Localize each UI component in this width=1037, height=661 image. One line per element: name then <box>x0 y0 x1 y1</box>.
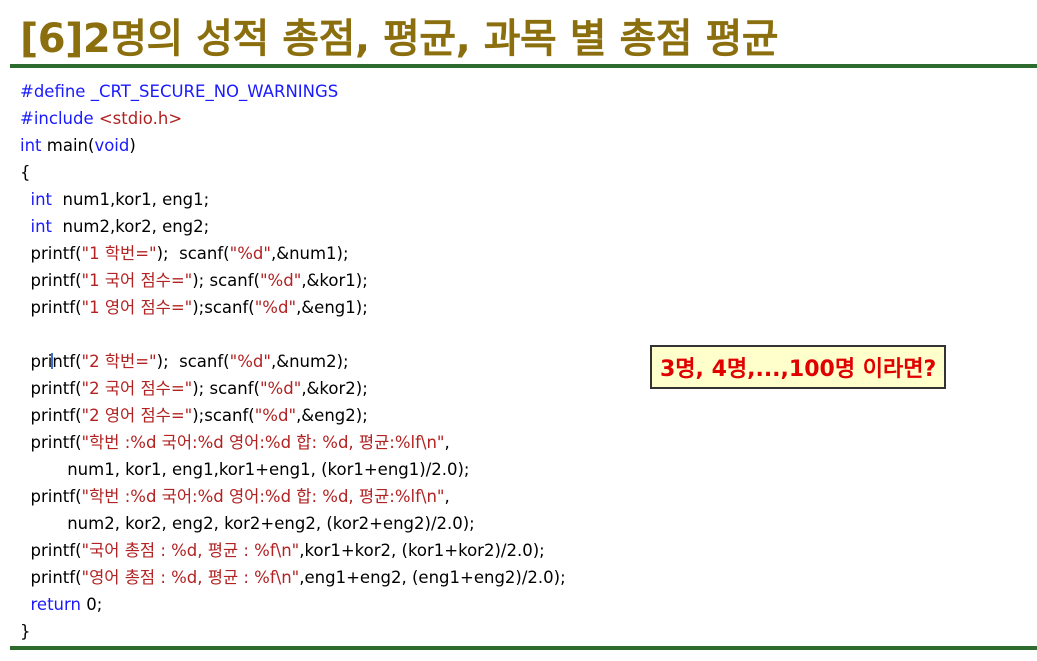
code-line-13: printf("2 영어 점수=");scanf("%d",&eng2); <box>20 402 566 429</box>
code-line-12: printf("2 국어 점수="); scanf("%d",&kor2); <box>20 375 566 402</box>
code-text: ) <box>129 136 136 155</box>
string-literal: "학번 :%d 국어:%d 영어:%d 합: %d, 평균:%lf\n" <box>81 487 445 506</box>
code-line-14: printf("학번 :%d 국어:%d 영어:%d 합: %d, 평균:%lf… <box>20 429 566 456</box>
code-text: ); scanf( <box>192 271 260 290</box>
code-text: ,eng1+eng2, (eng1+eng2)/2.0); <box>299 568 566 587</box>
keyword-void: void <box>94 136 130 155</box>
code-line-17: num2, kor2, eng2, kor2+eng2, (kor2+eng2)… <box>20 514 475 533</box>
code-text: main( <box>41 136 95 155</box>
question-callout: 3명, 4명,...,100명 이라면? <box>650 345 947 389</box>
string-literal: "%d" <box>254 406 297 425</box>
code-line-6: int num2,kor2, eng2; <box>20 213 566 240</box>
code-text: printf( <box>20 298 82 317</box>
code-text: 0; <box>80 595 103 614</box>
string-literal: "%d" <box>259 379 302 398</box>
string-literal: "학번 :%d 국어:%d 영어:%d 합: %d, 평균:%lf\n" <box>81 433 445 452</box>
code-line-15: num1, kor1, eng1,kor1+eng1, (kor1+eng1)/… <box>20 460 470 479</box>
top-divider <box>10 64 1037 68</box>
code-text: printf( <box>20 271 82 290</box>
string-literal: "%d" <box>229 244 271 263</box>
code-line-21: } <box>20 622 31 641</box>
preprocessor-define: #define _CRT_SECURE_NO_WARNINGS <box>20 82 339 101</box>
page-title: [6]2명의 성적 총점, 평균, 과목 별 총점 평균 <box>20 16 779 62</box>
code-line-16: printf("학번 :%d 국어:%d 영어:%d 합: %d, 평균:%lf… <box>20 483 566 510</box>
bottom-divider <box>10 646 1037 650</box>
string-literal: "1 영어 점수=" <box>81 298 193 317</box>
string-literal: "2 영어 점수=" <box>81 406 193 425</box>
code-line-11: printf("2 학번="); scanf("%d",&num2); <box>20 348 566 375</box>
code-line-7: printf("1 학번="); scanf("%d",&num1); <box>20 240 566 267</box>
code-text: printf( <box>20 541 82 560</box>
code-text: pri <box>20 352 53 371</box>
string-literal: "%d" <box>259 271 302 290</box>
code-block: #define _CRT_SECURE_NO_WARNINGS #include… <box>20 78 566 645</box>
code-text: ,&eng2); <box>296 406 368 425</box>
preprocessor-include: #include <box>20 109 99 128</box>
code-text: , <box>444 433 450 452</box>
keyword-int: int <box>30 217 53 236</box>
string-literal: "2 국어 점수=" <box>81 379 193 398</box>
code-text: ,&num1); <box>270 244 349 263</box>
code-text: );scanf( <box>192 406 255 425</box>
code-text: );scanf( <box>192 298 255 317</box>
code-text: ); scanf( <box>156 244 230 263</box>
code-line-1: #define _CRT_SECURE_NO_WARNINGS <box>20 78 566 105</box>
string-literal: "%d" <box>254 298 297 317</box>
code-line-20: return 0; <box>20 591 566 618</box>
keyword-int: int <box>20 136 42 155</box>
string-literal: "%d" <box>229 352 271 371</box>
code-text: ,kor1+kor2, (kor1+kor2)/2.0); <box>299 541 545 560</box>
code-text: printf( <box>20 406 82 425</box>
include-header: <stdio.h> <box>98 109 183 128</box>
string-literal: "1 국어 점수=" <box>81 271 193 290</box>
code-line-18: printf("국어 총점 : %d, 평균 : %f\n",kor1+kor2… <box>20 537 566 564</box>
code-text: printf( <box>20 487 82 506</box>
code-text: ); scanf( <box>156 352 230 371</box>
code-line-3: int main(void) <box>20 132 566 159</box>
code-text: ntf( <box>52 352 82 371</box>
string-literal: "국어 총점 : %d, 평균 : %f\n" <box>81 541 300 560</box>
code-text: printf( <box>20 433 82 452</box>
code-line-19: printf("영어 총점 : %d, 평균 : %f\n",eng1+eng2… <box>20 564 566 591</box>
code-text: num1,kor1, eng1; <box>52 190 210 209</box>
code-text: ); scanf( <box>192 379 260 398</box>
string-literal: "영어 총점 : %d, 평균 : %f\n" <box>81 568 300 587</box>
code-text: , <box>444 487 450 506</box>
keyword-int: int <box>30 190 53 209</box>
code-line-4: { <box>20 163 31 182</box>
code-line-2: #include <stdio.h> <box>20 105 566 132</box>
string-literal: "1 학번=" <box>81 244 157 263</box>
code-text: ,&num2); <box>270 352 349 371</box>
code-text: ,&kor2); <box>301 379 368 398</box>
code-text: ,&kor1); <box>301 271 368 290</box>
code-line-8: printf("1 국어 점수="); scanf("%d",&kor1); <box>20 267 566 294</box>
string-literal: "2 학번=" <box>81 352 157 371</box>
code-text: num2,kor2, eng2; <box>52 217 210 236</box>
code-text: ,&eng1); <box>296 298 368 317</box>
code-text: printf( <box>20 568 82 587</box>
code-text: printf( <box>20 244 82 263</box>
code-line-5: int num1,kor1, eng1; <box>20 186 566 213</box>
code-line-9: printf("1 영어 점수=");scanf("%d",&eng1); <box>20 294 566 321</box>
code-text: printf( <box>20 379 82 398</box>
keyword-return: return <box>30 595 81 614</box>
